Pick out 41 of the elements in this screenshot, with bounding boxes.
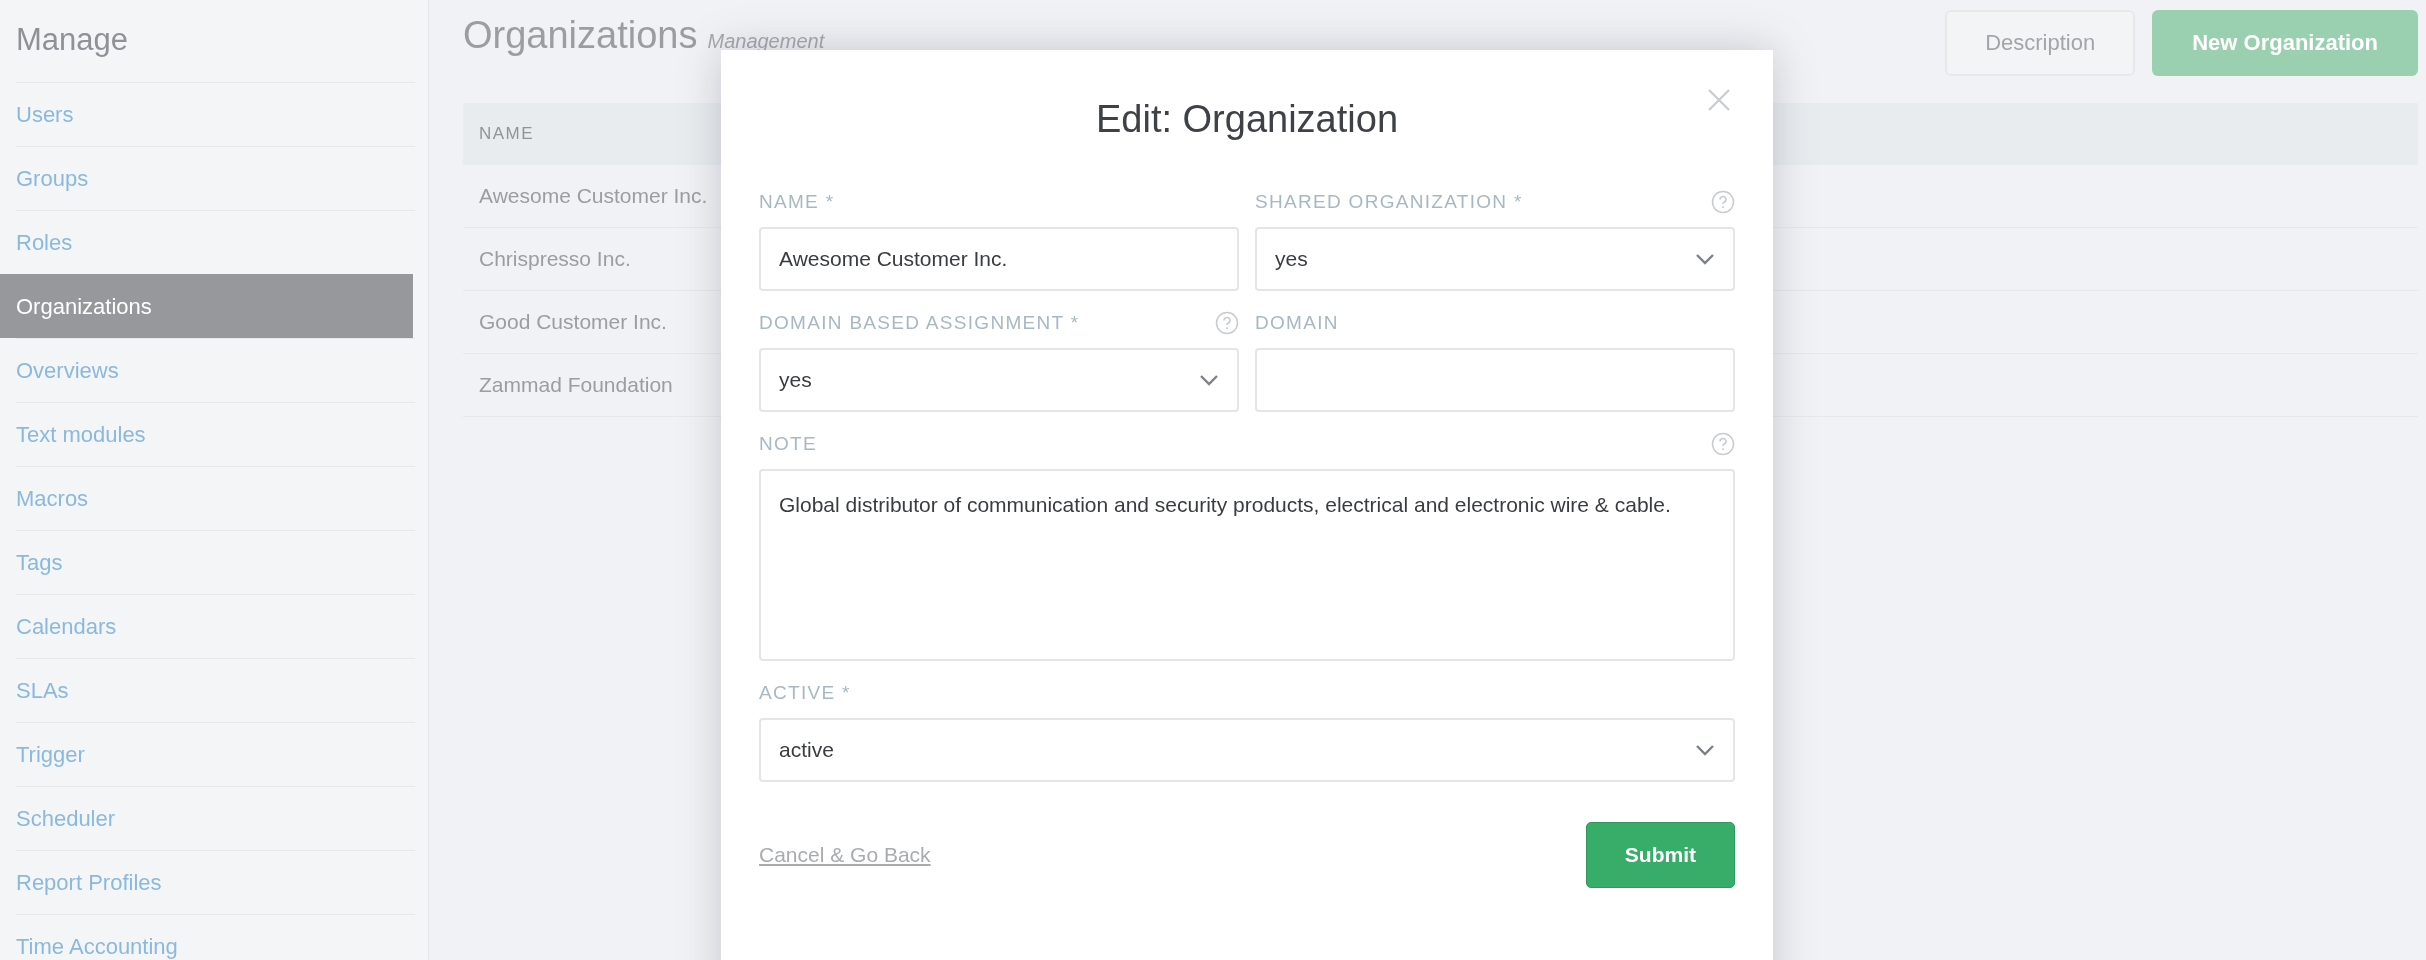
chevron-down-icon	[1695, 743, 1715, 757]
chevron-down-icon	[1695, 252, 1715, 266]
select-field[interactable]: yes	[1255, 227, 1735, 291]
sidebar-title: Manage	[15, 21, 130, 59]
dialog-title: Edit: Organization	[1095, 98, 1399, 142]
note-textarea[interactable]: Global distributor of communication and security products, electrical and electronic wire & cable.	[759, 469, 1735, 661]
text-input[interactable]: Awesome Customer Inc.	[759, 227, 1239, 291]
cancel-link[interactable]: Cancel & Go Back	[759, 843, 931, 867]
select-field[interactable]: yes	[759, 348, 1239, 412]
field-label: NAME *	[759, 191, 835, 213]
sidebar-item[interactable]: Tags	[16, 530, 415, 594]
sidebar-item[interactable]: Report Profiles	[16, 850, 415, 914]
field-label: NOTE	[759, 433, 817, 455]
select-field[interactable]: active	[759, 718, 1735, 782]
field-label: SHARED ORGANIZATION *	[1255, 191, 1523, 213]
sidebar-item[interactable]: Overviews	[16, 338, 415, 402]
chevron-down-icon	[1199, 373, 1219, 387]
field-label: DOMAIN BASED ASSIGNMENT *	[759, 312, 1080, 334]
sidebar-item[interactable]: Users	[16, 82, 415, 146]
sidebar-item[interactable]: Calendars	[16, 594, 415, 658]
description-button[interactable]: Description	[1945, 10, 2136, 76]
close-icon[interactable]	[1707, 88, 1731, 112]
help-icon[interactable]	[1215, 311, 1239, 335]
page-title: Organizations	[463, 14, 698, 57]
sidebar-item[interactable]: Groups	[16, 146, 415, 210]
help-icon[interactable]	[1711, 432, 1735, 456]
sidebar-item[interactable]: Trigger	[16, 722, 415, 786]
help-icon[interactable]	[1711, 190, 1735, 214]
new-organization-button[interactable]: New Organization	[2152, 10, 2418, 76]
submit-button[interactable]: Submit	[1585, 822, 1735, 888]
column-header[interactable]: NAME	[479, 124, 535, 144]
text-input[interactable]	[1255, 348, 1735, 412]
sidebar-item[interactable]: Text modules	[16, 402, 415, 466]
field-label: DOMAIN	[1255, 312, 1339, 334]
sidebar-item[interactable]: Organizations	[0, 274, 413, 338]
sidebar-item[interactable]: Macros	[16, 466, 415, 530]
sidebar-item[interactable]: Scheduler	[16, 786, 415, 850]
page-subtitle: Management	[707, 30, 825, 53]
sidebar-item[interactable]: Time Accounting	[16, 914, 415, 960]
field-label: ACTIVE *	[759, 682, 851, 704]
sidebar-item[interactable]: SLAs	[16, 658, 415, 722]
